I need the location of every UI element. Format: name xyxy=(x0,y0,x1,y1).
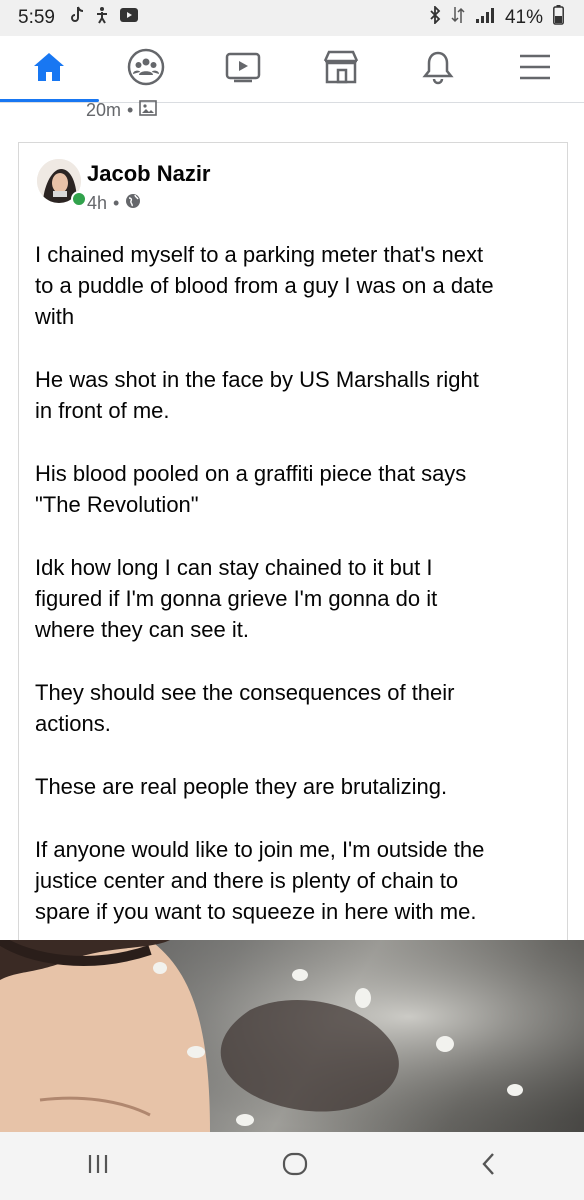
recents-icon[interactable] xyxy=(86,1153,110,1180)
nav-menu[interactable] xyxy=(505,39,565,99)
back-icon[interactable] xyxy=(480,1152,498,1181)
youtube-icon xyxy=(119,7,139,29)
post-paragraph: If anyone would like to join me, I'm out… xyxy=(35,837,485,924)
post-paragraph: He was shot in the face by US Marshalls … xyxy=(35,367,479,423)
top-navigation xyxy=(0,36,584,103)
accessibility-icon xyxy=(93,6,111,30)
post-time[interactable]: 4h xyxy=(87,193,107,214)
post-paragraph: His blood pooled on a graffiti piece tha… xyxy=(35,461,467,517)
signal-icon xyxy=(475,6,495,30)
home-button-icon[interactable] xyxy=(282,1151,308,1182)
nav-marketplace[interactable] xyxy=(311,39,371,99)
meta-separator: • xyxy=(127,100,134,120)
bluetooth-icon xyxy=(429,4,441,30)
post-paragraph: These are real people they are brutalizi… xyxy=(35,774,448,799)
post-paragraph: They should see the consequences of thei… xyxy=(35,680,455,736)
photo-audience-icon xyxy=(139,100,158,121)
marketplace-icon xyxy=(321,49,361,90)
nav-notifications[interactable] xyxy=(408,39,468,99)
tiktok-icon xyxy=(69,6,85,30)
notifications-icon xyxy=(421,49,455,90)
post-paragraph: Idk how long I can stay chained to it bu… xyxy=(35,555,438,642)
data-icon xyxy=(451,5,465,31)
groups-icon xyxy=(126,47,166,92)
status-time: 5:59 xyxy=(18,7,55,28)
system-navigation-bar xyxy=(0,1132,584,1200)
post-photo[interactable] xyxy=(0,940,584,1132)
nav-groups[interactable] xyxy=(116,39,176,99)
post-paragraph: I chained myself to a parking meter that… xyxy=(35,242,494,329)
shared-post-card[interactable]: Jacob Nazir 4h • I chained myself to a p… xyxy=(18,142,568,943)
battery-icon xyxy=(553,5,564,31)
post-meta: 4h • xyxy=(87,193,141,214)
meta-separator: • xyxy=(113,193,120,213)
online-status-badge xyxy=(71,191,87,207)
battery-level: 41% xyxy=(504,7,543,28)
previous-post-meta: 20m • xyxy=(86,100,158,121)
home-icon xyxy=(32,51,66,88)
previous-post-time: 20m xyxy=(86,100,122,120)
nav-watch[interactable] xyxy=(213,39,273,99)
watch-icon xyxy=(224,50,262,89)
nav-home[interactable] xyxy=(0,39,99,102)
globe-icon xyxy=(125,193,141,214)
post-body: I chained myself to a parking meter that… xyxy=(35,239,555,959)
status-bar: 5:59 41% xyxy=(0,0,584,36)
menu-icon xyxy=(518,53,552,86)
post-author[interactable]: Jacob Nazir xyxy=(87,161,211,187)
